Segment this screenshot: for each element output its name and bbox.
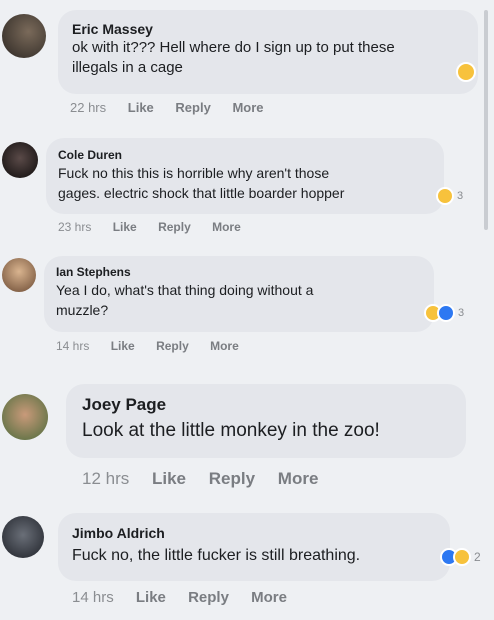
commenter-name[interactable]: Joey Page	[82, 394, 450, 416]
comment-timestamp[interactable]: 14 hrs	[72, 589, 114, 606]
comment-timestamp[interactable]: 14 hrs	[56, 339, 89, 353]
comment-actions: 23 hrs Like Reply More	[58, 220, 259, 234]
like-link[interactable]: Like	[111, 339, 135, 353]
comment-timestamp[interactable]: 23 hrs	[58, 220, 91, 234]
reply-link[interactable]: Reply	[175, 100, 210, 115]
more-link[interactable]: More	[212, 220, 241, 234]
like-link[interactable]: Like	[136, 589, 166, 606]
reaction-count: 2	[474, 550, 481, 564]
comment-text: ok with it??? Hell where do I sign up to…	[72, 39, 395, 56]
haha-reaction-icon	[456, 62, 476, 82]
comment-timestamp[interactable]: 22 hrs	[70, 100, 106, 115]
reaction-count: 3	[458, 307, 465, 319]
reply-link[interactable]: Reply	[209, 469, 255, 488]
scrollbar[interactable]	[484, 10, 488, 230]
reaction-summary[interactable]: 3	[424, 304, 464, 322]
comment-text: Look at the little monkey in the zoo!	[82, 420, 380, 441]
avatar[interactable]	[2, 516, 44, 558]
comment-bubble: Joey Page Look at the little monkey in t…	[66, 384, 466, 458]
reply-link[interactable]: Reply	[188, 589, 229, 606]
commenter-name[interactable]: Eric Massey	[72, 20, 464, 38]
comment-text: Fuck no, the little fucker is still brea…	[72, 547, 361, 564]
comment-text: illegals in a cage	[72, 59, 183, 76]
haha-reaction-icon	[453, 548, 471, 566]
like-link[interactable]: Like	[113, 220, 137, 234]
comment-bubble: Ian Stephens Yea I do, what's that thing…	[44, 256, 434, 332]
avatar[interactable]	[2, 142, 38, 178]
more-link[interactable]: More	[251, 589, 287, 606]
reply-link[interactable]: Reply	[158, 220, 191, 234]
comment-actions: 14 hrs Like Reply More	[56, 339, 257, 353]
commenter-name[interactable]: Cole Duren	[58, 147, 432, 163]
avatar[interactable]	[2, 258, 36, 292]
like-link[interactable]: Like	[128, 100, 154, 115]
reaction-summary[interactable]	[456, 62, 476, 82]
like-link[interactable]: Like	[152, 469, 186, 488]
reaction-count: 3	[457, 190, 464, 202]
comment-text: Yea I do, what's that thing doing withou…	[56, 282, 314, 298]
comment-text: muzzle?	[56, 302, 109, 318]
comment-text: gages. electric shock that little boarde…	[58, 185, 345, 201]
commenter-name[interactable]: Ian Stephens	[56, 264, 422, 280]
reaction-summary[interactable]: 2	[440, 548, 481, 566]
comment-bubble: Jimbo Aldrich Fuck no, the little fucker…	[58, 513, 450, 581]
more-link[interactable]: More	[232, 100, 263, 115]
reaction-summary[interactable]: 3	[436, 187, 463, 205]
avatar[interactable]	[2, 394, 48, 440]
commenter-name[interactable]: Jimbo Aldrich	[72, 523, 436, 543]
comment-text: Fuck no this this is horrible why aren't…	[58, 165, 330, 181]
comment-actions: 14 hrs Like Reply More	[72, 589, 305, 606]
comment-bubble: Eric Massey ok with it??? Hell where do …	[58, 10, 478, 94]
like-reaction-icon	[437, 304, 455, 322]
reply-link[interactable]: Reply	[156, 339, 189, 353]
comment-actions: 22 hrs Like Reply More	[70, 100, 282, 115]
avatar[interactable]	[2, 14, 46, 58]
more-link[interactable]: More	[278, 469, 319, 488]
haha-reaction-icon	[436, 187, 454, 205]
comment-bubble: Cole Duren Fuck no this this is horrible…	[46, 138, 444, 214]
comment-actions: 12 hrs Like Reply More	[82, 469, 336, 489]
comment-timestamp[interactable]: 12 hrs	[82, 469, 129, 488]
more-link[interactable]: More	[210, 339, 239, 353]
